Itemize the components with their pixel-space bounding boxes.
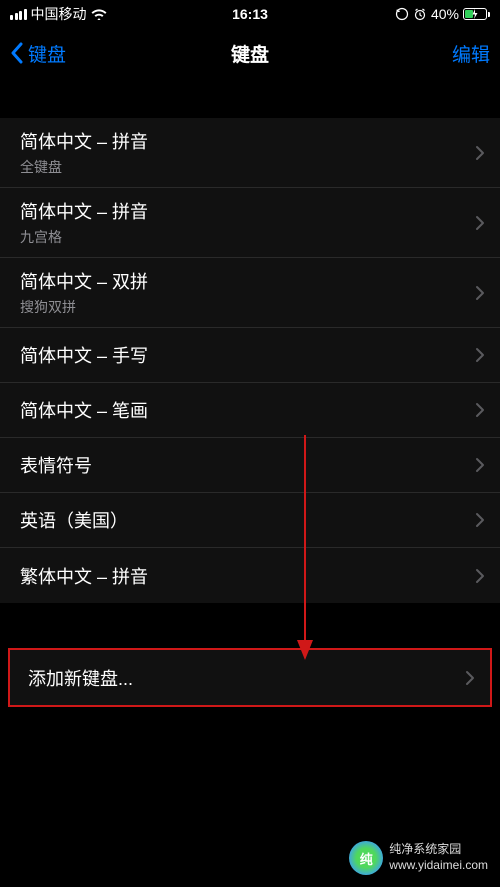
keyboard-list-item[interactable]: 表情符号 bbox=[0, 438, 500, 493]
chevron-right-icon bbox=[475, 568, 485, 584]
keyboard-title: 表情符号 bbox=[20, 452, 92, 478]
chevron-right-icon bbox=[475, 145, 485, 161]
watermark-line2: www.yidaimei.com bbox=[389, 858, 488, 874]
wifi-icon bbox=[91, 8, 107, 20]
battery-icon bbox=[463, 8, 490, 20]
nav-bar: 键盘 键盘 编辑 bbox=[0, 28, 500, 78]
add-keyboard-section: 添加新键盘... bbox=[8, 648, 492, 707]
add-keyboard-button[interactable]: 添加新键盘... bbox=[10, 650, 490, 705]
keyboard-list-item[interactable]: 简体中文 – 拼音九宫格 bbox=[0, 188, 500, 258]
chevron-right-icon bbox=[475, 402, 485, 418]
keyboard-title: 繁体中文 – 拼音 bbox=[20, 563, 148, 589]
keyboard-title: 简体中文 – 拼音 bbox=[20, 128, 148, 154]
back-label: 键盘 bbox=[28, 40, 66, 67]
status-bar: 中国移动 16:13 40% bbox=[0, 0, 500, 28]
watermark: 纯 纯净系统家园 www.yidaimei.com bbox=[349, 841, 488, 875]
keyboard-title: 简体中文 – 拼音 bbox=[20, 198, 148, 224]
keyboard-subtitle: 九宫格 bbox=[20, 227, 148, 247]
keyboard-list-item[interactable]: 简体中文 – 双拼搜狗双拼 bbox=[0, 258, 500, 328]
keyboard-list-item[interactable]: 繁体中文 – 拼音 bbox=[0, 548, 500, 603]
watermark-line1: 纯净系统家园 bbox=[389, 842, 488, 858]
add-keyboard-label: 添加新键盘... bbox=[28, 665, 133, 691]
chevron-right-icon bbox=[475, 457, 485, 473]
keyboard-list-item[interactable]: 简体中文 – 拼音全键盘 bbox=[0, 118, 500, 188]
battery-percent: 40% bbox=[431, 6, 459, 22]
watermark-logo: 纯 bbox=[349, 841, 383, 875]
signal-icon bbox=[10, 9, 27, 20]
keyboard-title: 英语（美国） bbox=[20, 507, 128, 533]
chevron-right-icon bbox=[475, 347, 485, 363]
keyboard-subtitle: 全键盘 bbox=[20, 157, 148, 177]
status-time: 16:13 bbox=[232, 6, 268, 22]
carrier-label: 中国移动 bbox=[31, 4, 87, 24]
back-button[interactable]: 键盘 bbox=[10, 40, 66, 67]
chevron-left-icon bbox=[10, 42, 24, 64]
keyboard-subtitle: 搜狗双拼 bbox=[20, 297, 148, 317]
keyboard-list-item[interactable]: 英语（美国） bbox=[0, 493, 500, 548]
status-left: 中国移动 bbox=[10, 4, 107, 24]
keyboard-title: 简体中文 – 手写 bbox=[20, 342, 148, 368]
keyboard-list-item[interactable]: 简体中文 – 手写 bbox=[0, 328, 500, 383]
edit-button[interactable]: 编辑 bbox=[452, 40, 490, 67]
chevron-right-icon bbox=[475, 285, 485, 301]
chevron-right-icon bbox=[475, 215, 485, 231]
chevron-right-icon bbox=[475, 512, 485, 528]
keyboard-list: 简体中文 – 拼音全键盘简体中文 – 拼音九宫格简体中文 – 双拼搜狗双拼简体中… bbox=[0, 118, 500, 603]
keyboard-list-item[interactable]: 简体中文 – 笔画 bbox=[0, 383, 500, 438]
keyboard-title: 简体中文 – 笔画 bbox=[20, 397, 148, 423]
orientation-lock-icon bbox=[395, 7, 409, 21]
page-title: 键盘 bbox=[231, 40, 269, 67]
content-area: 简体中文 – 拼音全键盘简体中文 – 拼音九宫格简体中文 – 双拼搜狗双拼简体中… bbox=[0, 118, 500, 707]
alarm-icon bbox=[413, 7, 427, 21]
chevron-right-icon bbox=[465, 670, 475, 686]
status-right: 40% bbox=[395, 6, 490, 22]
section-gap bbox=[0, 603, 500, 648]
keyboard-title: 简体中文 – 双拼 bbox=[20, 268, 148, 294]
